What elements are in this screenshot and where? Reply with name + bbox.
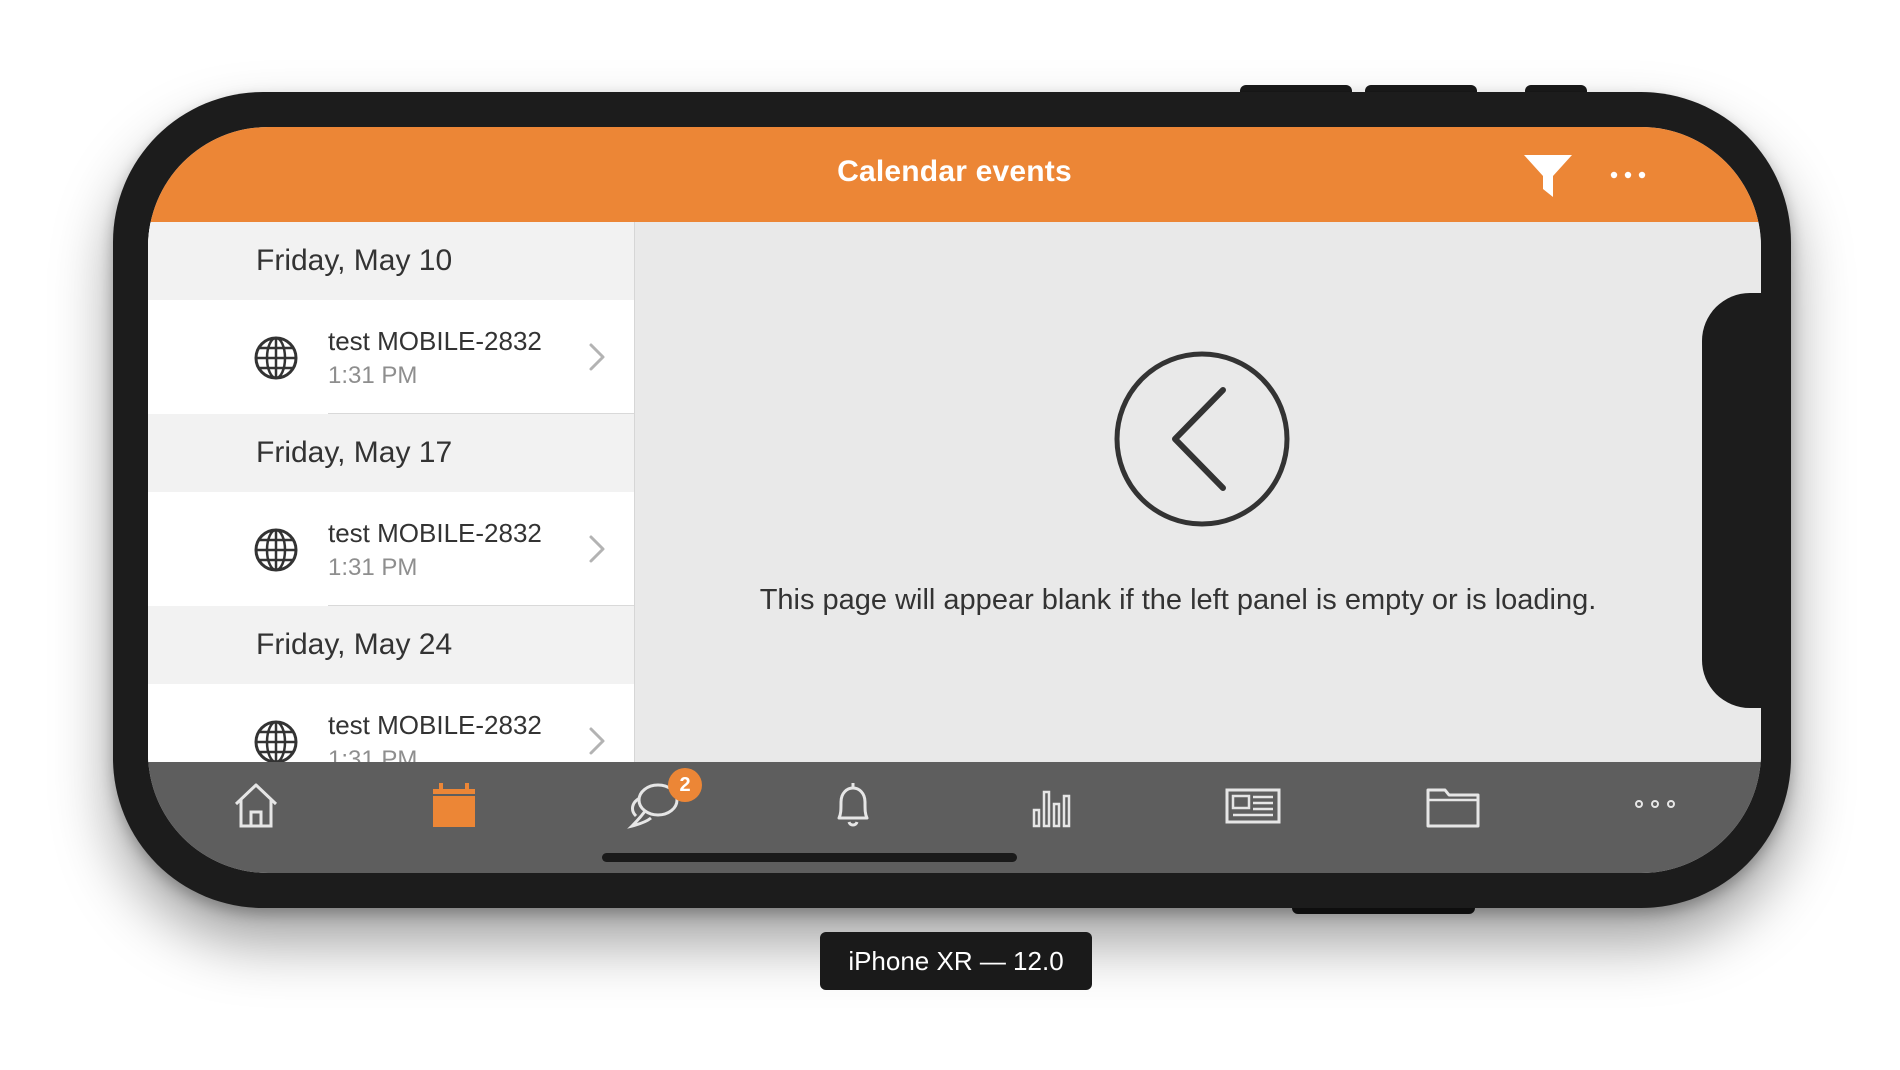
blank-state-message: This page will appear blank if the left … xyxy=(759,584,1597,616)
chevron-right-icon xyxy=(589,343,605,371)
filter-icon[interactable] xyxy=(1523,153,1573,199)
section-date: Friday, May 10 xyxy=(256,244,453,277)
app-header: Calendar events xyxy=(148,127,1761,222)
event-time: 1:31 PM xyxy=(328,362,418,389)
more-options-icon[interactable] xyxy=(1608,167,1648,183)
sensor-housing xyxy=(1702,293,1772,708)
newspaper-icon xyxy=(1225,788,1281,824)
more-horizontal-icon xyxy=(1635,800,1675,808)
home-icon xyxy=(234,783,278,828)
date-section-header: Friday, May 10 xyxy=(148,222,634,300)
tab-files[interactable] xyxy=(1423,780,1483,830)
chevron-right-icon xyxy=(589,535,605,563)
device-label: iPhone XR — 12.0 xyxy=(820,932,1092,990)
date-section-header: Friday, May 24 xyxy=(148,606,634,684)
bell-icon xyxy=(837,783,869,827)
events-list-panel[interactable]: Friday, May 10 test MOBILE-2832 1:31 PM xyxy=(148,222,635,762)
page-title: Calendar events xyxy=(837,155,1072,188)
device-screen: Calendar events Friday, May 10 test MOBI… xyxy=(148,127,1761,873)
calendar-icon xyxy=(433,783,475,827)
tab-calendar[interactable] xyxy=(424,780,484,830)
event-title: test MOBILE-2832 xyxy=(328,710,542,740)
event-list-item[interactable]: test MOBILE-2832 1:31 PM xyxy=(148,300,634,414)
tab-home[interactable] xyxy=(226,780,286,830)
tab-notifications[interactable] xyxy=(823,780,883,830)
unread-badge: 2 xyxy=(668,768,702,802)
globe-icon xyxy=(254,720,298,762)
event-list-item[interactable]: test MOBILE-2832 1:31 PM xyxy=(148,492,634,606)
chevron-right-icon xyxy=(589,727,605,755)
event-list-item[interactable]: test MOBILE-2832 1:31 PM xyxy=(148,684,634,762)
tab-analytics[interactable] xyxy=(1024,780,1084,830)
section-date: Friday, May 24 xyxy=(256,628,453,661)
back-circle-icon xyxy=(1114,351,1290,527)
section-date: Friday, May 17 xyxy=(256,436,453,469)
event-title: test MOBILE-2832 xyxy=(328,518,542,548)
tab-news[interactable] xyxy=(1223,780,1283,830)
tab-more[interactable] xyxy=(1625,780,1685,830)
detail-panel: This page will appear blank if the left … xyxy=(635,222,1761,762)
home-indicator[interactable] xyxy=(602,853,1017,862)
globe-icon xyxy=(254,336,298,380)
globe-icon xyxy=(254,528,298,572)
event-time: 1:31 PM xyxy=(328,554,418,581)
event-time: 1:31 PM xyxy=(328,746,418,762)
bar-chart-icon xyxy=(1032,790,1071,828)
event-title: test MOBILE-2832 xyxy=(328,326,542,356)
simulator-stage: Calendar events Friday, May 10 test MOBI… xyxy=(0,0,1900,1070)
folder-icon xyxy=(1426,788,1480,828)
date-section-header: Friday, May 17 xyxy=(148,414,634,492)
